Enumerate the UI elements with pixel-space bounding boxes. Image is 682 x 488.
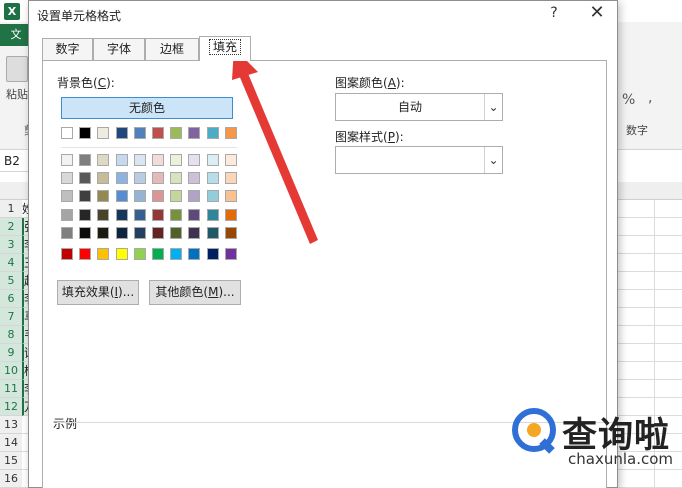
watermark: 查询啦 chaxunla.com xyxy=(508,404,682,488)
arrow-shape xyxy=(236,64,318,244)
tab-fill[interactable]: 填充 xyxy=(199,36,251,61)
watermark-text-en: chaxunla.com xyxy=(568,450,673,468)
chaxunla-logo-icon xyxy=(512,408,556,454)
tab-label: 填充 xyxy=(208,39,241,55)
screenshot: X 文 粘贴 剪 % , 数字 B2 1姓2张3李4王5赵6李7马8韦9谭10杨… xyxy=(0,0,682,488)
